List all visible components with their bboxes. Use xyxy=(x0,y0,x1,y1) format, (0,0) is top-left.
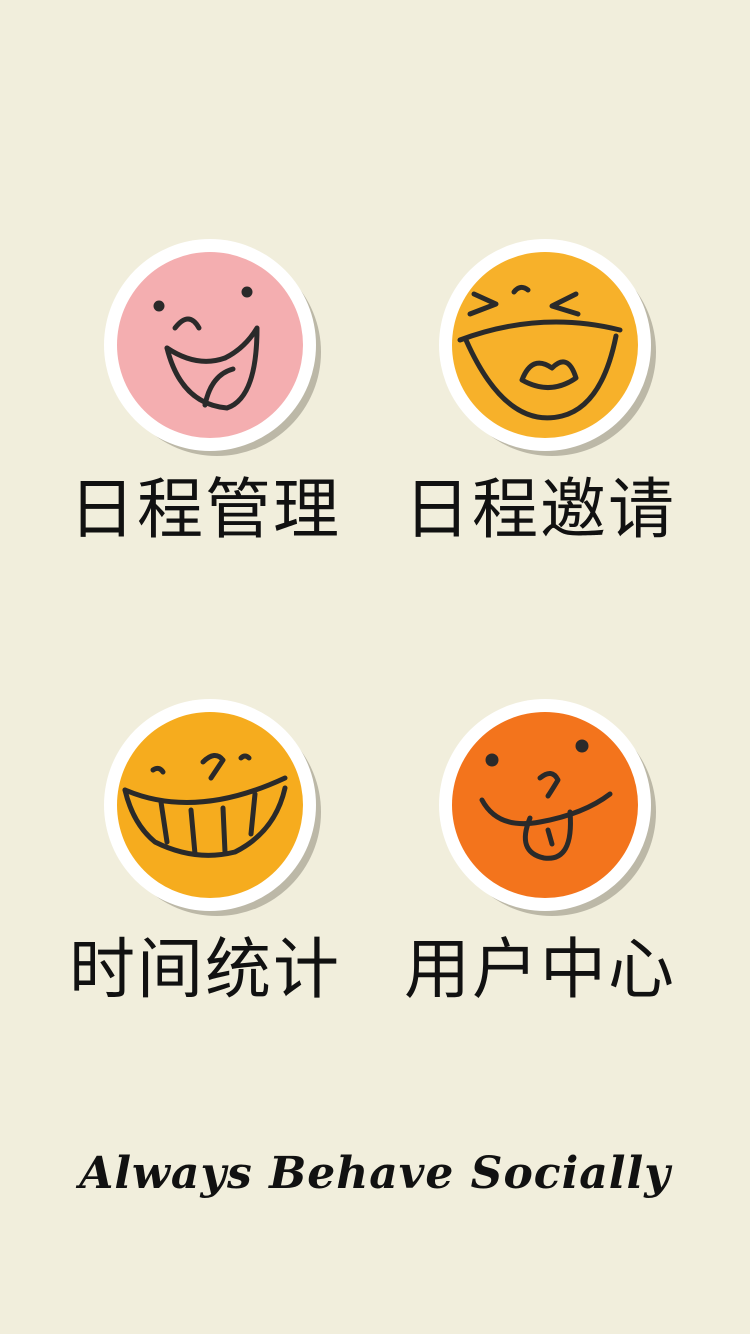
menu-item-label: 时间统计 xyxy=(69,931,341,1008)
menu-item-schedule-invite[interactable]: 日程邀请 xyxy=(390,230,690,560)
grinning-yellow-face-icon xyxy=(439,239,656,456)
tongue-out-face-icon xyxy=(439,699,656,916)
menu-item-label: 日程邀请 xyxy=(404,471,676,548)
toothy-grin-face-icon xyxy=(104,699,321,916)
app-slogan: Always Behave Socially xyxy=(79,1148,671,1199)
menu-item-label: 日程管理 xyxy=(69,471,341,548)
menu-item-time-statistics[interactable]: 时间统计 xyxy=(55,690,355,1020)
laughing-pink-face-icon xyxy=(104,239,321,456)
menu-item-user-center[interactable]: 用户中心 xyxy=(390,690,690,1020)
menu-item-label: 用户中心 xyxy=(404,931,676,1008)
menu-item-schedule-management[interactable]: 日程管理 xyxy=(55,230,355,560)
